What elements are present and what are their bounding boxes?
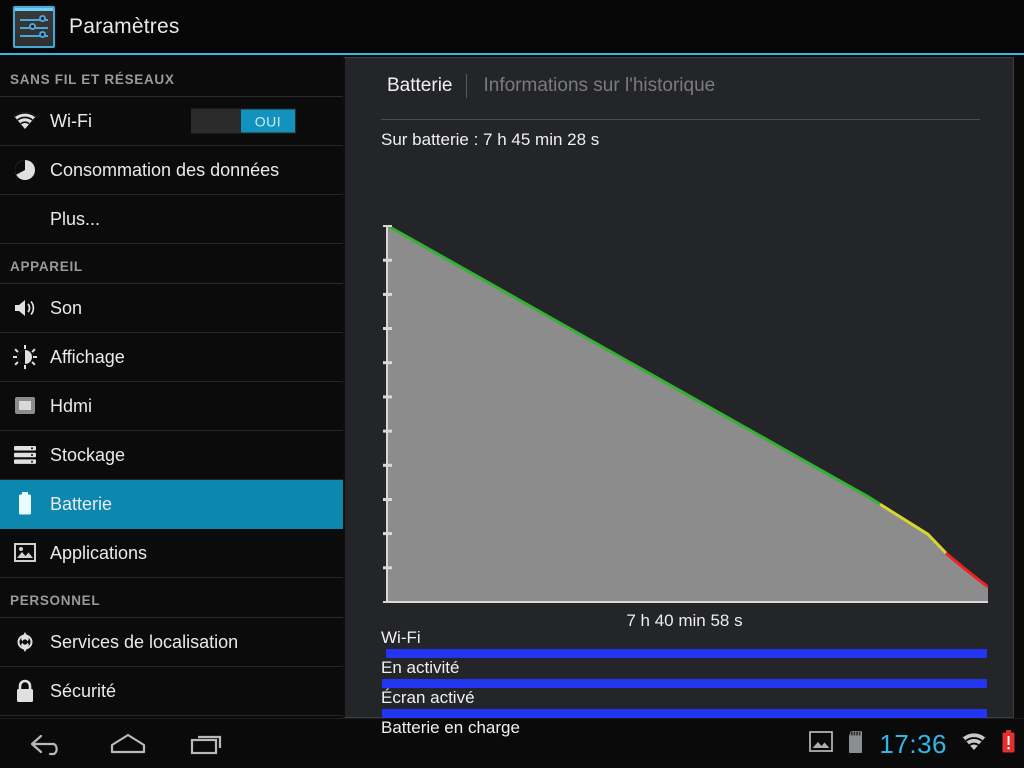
sidebar-item-location-services[interactable]: Services de localisation xyxy=(0,618,343,667)
tab-batterie[interactable]: Batterie xyxy=(387,75,466,97)
sidebar-item-label: Sécurité xyxy=(50,680,117,701)
battery-level-chart xyxy=(381,224,988,610)
battery-duration-label: Sur batterie : 7 h 45 min 28 s xyxy=(381,130,600,149)
timeline-label: Batterie en charge xyxy=(381,718,520,737)
sidebar-item-more[interactable]: Plus... xyxy=(0,195,343,244)
sidebar-item-label: Affichage xyxy=(50,346,125,367)
battery-detail-panel: Batterie Informations sur l'historique S… xyxy=(343,57,1014,737)
section-header-personal: PERSONNEL xyxy=(0,578,343,618)
status-clock: 17:36 xyxy=(879,728,947,759)
screenshot-image-icon[interactable] xyxy=(809,730,834,758)
sidebar-item-label: Applications xyxy=(50,542,148,563)
sidebar-item-affichage[interactable]: Affichage xyxy=(0,333,343,382)
timeline-bar xyxy=(386,649,987,658)
sidebar-item-label: Plus... xyxy=(50,208,101,229)
sidebar-item-wifi[interactable]: Wi-Fi OUI xyxy=(0,97,343,146)
hdmi-screen-icon xyxy=(10,391,40,421)
timeline-row-active: En activité xyxy=(379,658,987,689)
speaker-icon xyxy=(10,293,40,323)
home-icon[interactable] xyxy=(88,719,168,768)
brightness-icon xyxy=(10,342,40,372)
sidebar-item-data-usage[interactable]: Consommation des données xyxy=(0,146,343,195)
sidebar-item-applications[interactable]: Applications xyxy=(0,529,343,578)
toggle-track xyxy=(192,109,241,133)
back-icon[interactable] xyxy=(8,719,88,768)
timeline-row-screen-on: Écran activé xyxy=(379,688,987,719)
sdcard-icon[interactable] xyxy=(847,730,865,759)
data-usage-icon xyxy=(10,155,40,185)
timeline-row-wifi: Wi-Fi xyxy=(379,628,987,659)
battery-alert-icon[interactable] xyxy=(1001,729,1016,759)
tab-historique[interactable]: Informations sur l'historique xyxy=(467,75,729,97)
page-title: Paramètres xyxy=(69,14,180,38)
sidebar-item-label: Wi-Fi xyxy=(50,110,92,131)
sidebar-item-securite[interactable]: Sécurité xyxy=(0,667,343,716)
battery-icon xyxy=(10,489,40,519)
status-area[interactable]: 17:36 xyxy=(809,719,1016,768)
title-bar: Paramètres xyxy=(0,0,1024,55)
sidebar-item-label: Hdmi xyxy=(50,395,93,416)
timeline-label: En activité xyxy=(381,658,460,677)
wifi-icon xyxy=(10,106,40,136)
settings-sliders-icon xyxy=(13,5,55,48)
recents-icon[interactable] xyxy=(168,719,248,768)
timeline-bar xyxy=(382,679,987,688)
panel-tabs[interactable]: Batterie Informations sur l'historique xyxy=(345,58,1013,106)
panel-divider xyxy=(381,119,980,120)
sidebar-item-son[interactable]: Son xyxy=(0,284,343,333)
wifi-toggle[interactable]: OUI xyxy=(191,108,296,134)
timeline-label: Wi-Fi xyxy=(381,628,421,647)
sidebar-item-batterie[interactable]: Batterie xyxy=(0,480,343,529)
lock-icon xyxy=(10,676,40,706)
storage-icon xyxy=(10,440,40,470)
sidebar-item-label: Consommation des données xyxy=(50,159,280,180)
sidebar-item-label: Batterie xyxy=(50,493,113,514)
chart-x-axis-label: 7 h 40 min 58 s xyxy=(626,611,743,630)
sidebar-item-label: Stockage xyxy=(50,444,126,465)
settings-sidebar[interactable]: SANS FIL ET RÉSEAUX Wi-Fi OUI Consommati… xyxy=(0,57,343,718)
section-header-wireless: SANS FIL ET RÉSEAUX xyxy=(0,57,343,97)
applications-icon xyxy=(10,538,40,568)
sidebar-item-hdmi[interactable]: Hdmi xyxy=(0,382,343,431)
timeline-label: Écran activé xyxy=(381,688,475,707)
sidebar-item-stockage[interactable]: Stockage xyxy=(0,431,343,480)
location-icon xyxy=(10,627,40,657)
toggle-thumb-label: OUI xyxy=(241,109,295,133)
sidebar-item-label: Son xyxy=(50,297,83,318)
timeline-bar xyxy=(382,709,987,718)
android-settings-screen: Paramètres SANS FIL ET RÉSEAUX Wi-Fi OUI… xyxy=(0,0,1024,768)
sidebar-item-label: Services de localisation xyxy=(50,631,239,652)
wifi-status-icon[interactable] xyxy=(961,731,987,757)
section-header-device: APPAREIL xyxy=(0,244,343,284)
